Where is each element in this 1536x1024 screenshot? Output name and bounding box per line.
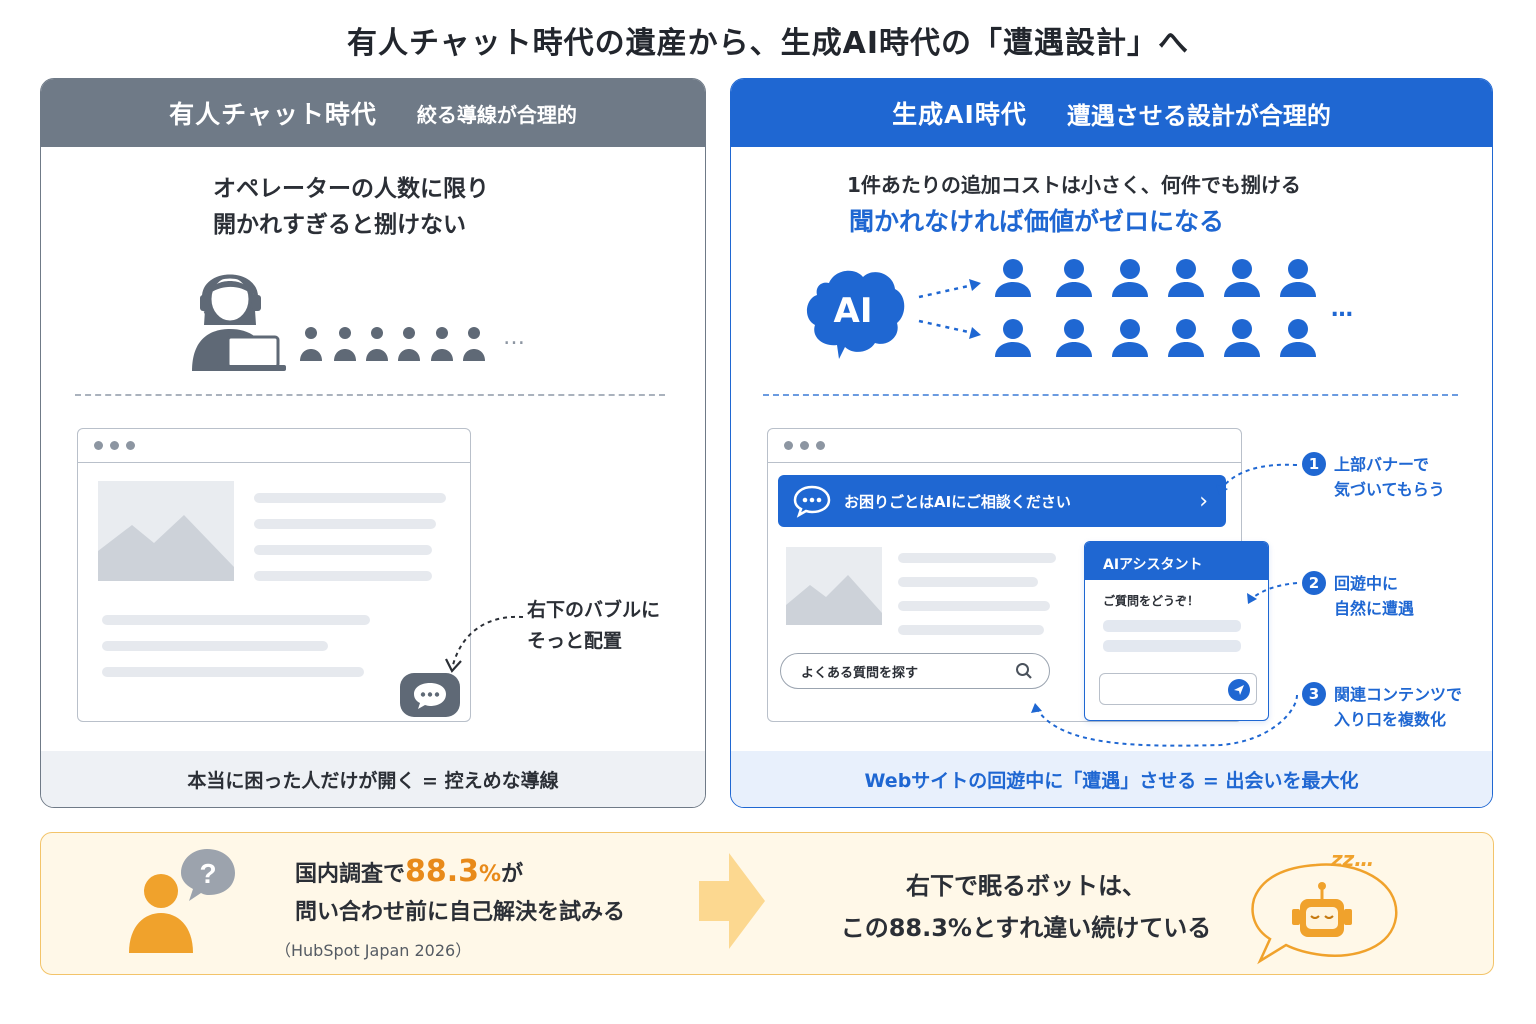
- text-line-placeholder: [102, 641, 328, 651]
- point-1: 1 上部バナーで 気づいてもらう: [1302, 452, 1445, 502]
- right-lead-line1: 1件あたりの追加コストは小さく、何件でも捌ける: [847, 173, 1301, 197]
- window-dot: [126, 441, 135, 450]
- window-dot: [110, 441, 119, 450]
- image-placeholder-icon: [786, 547, 882, 625]
- text-line-placeholder: [898, 577, 1038, 587]
- bottom-insight-box: ? 国内調査で88.3%が 問い合わせ前に自己解決を試みる （HubSpot J…: [40, 832, 1494, 975]
- left-header-subtitle: 絞る導線が合理的: [416, 102, 577, 127]
- point-line2: 入り口を複数化: [1334, 710, 1447, 729]
- annotation-line1: 右下のバブルに: [527, 599, 661, 621]
- point-text: 回遊中に 自然に遭遇: [1334, 571, 1414, 621]
- bottom-right-text: 右下で眠るボットは、 この88.3%とすれ違い続けている: [801, 865, 1251, 949]
- point-line2: 気づいてもらう: [1334, 480, 1445, 499]
- point-line1: 上部バナーで: [1334, 455, 1430, 474]
- chat-bubble-button[interactable]: [400, 673, 460, 717]
- left-annotation: 右下のバブルに そっと配置: [527, 595, 660, 657]
- text-line-placeholder: [254, 519, 436, 529]
- image-placeholder-icon: [98, 481, 234, 581]
- source-citation: （HubSpot Japan 2026）: [275, 941, 472, 960]
- left-lead-text: オペレーターの人数に限り 開かれすぎると捌けない: [213, 171, 489, 243]
- right-panel-footer: Webサイトの回遊中に「遭遇」させる = 出会いを最大化: [731, 751, 1492, 807]
- connector-arrows-icon: [1031, 463, 1298, 747]
- stat-line2: 問い合わせ前に自己解決を試みる: [295, 900, 626, 925]
- faq-search-input[interactable]: よくある質問を探す: [780, 653, 1050, 689]
- sleeping-bot-icon: [1251, 863, 1398, 965]
- window-dot: [784, 441, 793, 450]
- left-panel-human-chat-era: 有人チャット時代 絞る導線が合理的 オペレーターの人数に限り 開かれすぎると捌け…: [40, 78, 706, 808]
- annotation-arrow-icon: [445, 615, 524, 673]
- left-more-ellipsis: …: [503, 325, 527, 350]
- ai-brain-icon: AI: [803, 265, 909, 361]
- page-title: 有人チャット時代の遺産から、生成AI時代の「遭遇設計」へ: [346, 26, 1190, 61]
- left-browser-mockup: [77, 428, 471, 722]
- right-lead-line2: 聞かれなければ価値がゼロになる: [849, 207, 1225, 236]
- point-3: 3 関連コンテンツで 入り口を複数化: [1302, 682, 1462, 732]
- right-header-title: 生成AI時代: [892, 100, 1027, 129]
- left-panel-footer: 本当に困った人だけが開く = 控えめな導線: [41, 751, 705, 807]
- left-lead-line2: 開かれすぎると捌けない: [213, 212, 466, 238]
- small-customers-icon: [300, 327, 485, 361]
- text-line-placeholder: [102, 615, 370, 625]
- right-panel-header: 生成AI時代 遭遇させる設計が合理的: [731, 79, 1492, 147]
- right-divider: [763, 394, 1458, 396]
- right-header-subtitle: 遭遇させる設計が合理的: [1066, 101, 1331, 130]
- point-line1: 関連コンテンツで: [1334, 685, 1463, 704]
- operator-headset-icon: [192, 274, 286, 371]
- left-panel-header: 有人チャット時代 絞る導線が合理的: [41, 79, 705, 147]
- right-more-ellipsis: …: [1331, 297, 1355, 322]
- dotted-arrows-icon: [918, 279, 981, 339]
- search-placeholder: よくある質問を探す: [801, 665, 919, 681]
- window-dot: [816, 441, 825, 450]
- browser-toolbar: [78, 429, 470, 463]
- point-line2: 自然に遭遇: [1334, 599, 1415, 618]
- person-question-icon: ?: [129, 849, 235, 953]
- text-line-placeholder: [102, 667, 364, 677]
- left-header-title: 有人チャット時代: [169, 100, 377, 129]
- customer-queue: [299, 323, 499, 363]
- many-customers-icon: [995, 259, 1316, 357]
- svg-text:?: ?: [199, 858, 216, 889]
- stat-pre: 国内調査で: [295, 862, 406, 887]
- conclusion-line2: この88.3%とすれ違い続けている: [840, 914, 1212, 942]
- conclusion-line1: 右下で眠るボットは、: [906, 872, 1146, 900]
- stat-value: 88.3: [405, 854, 480, 889]
- sleep-zzz: zz…: [1331, 847, 1375, 871]
- bottom-left-text: 国内調査で88.3%が 問い合わせ前に自己解決を試みる: [295, 853, 625, 932]
- point-line1: 回遊中に: [1334, 574, 1399, 593]
- chat-bubble-icon: [414, 683, 446, 709]
- annotation-line2: そっと配置: [527, 630, 623, 652]
- stat-line: 国内調査で88.3%が: [295, 853, 625, 894]
- text-line-placeholder: [254, 545, 432, 555]
- point-text: 関連コンテンツで 入り口を複数化: [1334, 682, 1462, 732]
- left-lead-line1: オペレーターの人数に限り: [213, 176, 489, 202]
- stat-post: が: [501, 862, 524, 887]
- text-line-placeholder: [254, 571, 432, 581]
- window-dot: [800, 441, 809, 450]
- window-dot: [94, 441, 103, 450]
- text-line-placeholder: [254, 493, 446, 503]
- right-panel-genai-era: 生成AI時代 遭遇させる設計が合理的 1件あたりの追加コストは小さく、何件でも捌…: [730, 78, 1493, 808]
- left-divider: [75, 394, 665, 396]
- point-text: 上部バナーで 気づいてもらう: [1334, 452, 1445, 502]
- arrow-right-icon: [699, 853, 765, 949]
- stat-unit: %: [479, 862, 502, 887]
- ai-label: AI: [833, 291, 873, 331]
- chat-bubble-icon: [793, 485, 831, 518]
